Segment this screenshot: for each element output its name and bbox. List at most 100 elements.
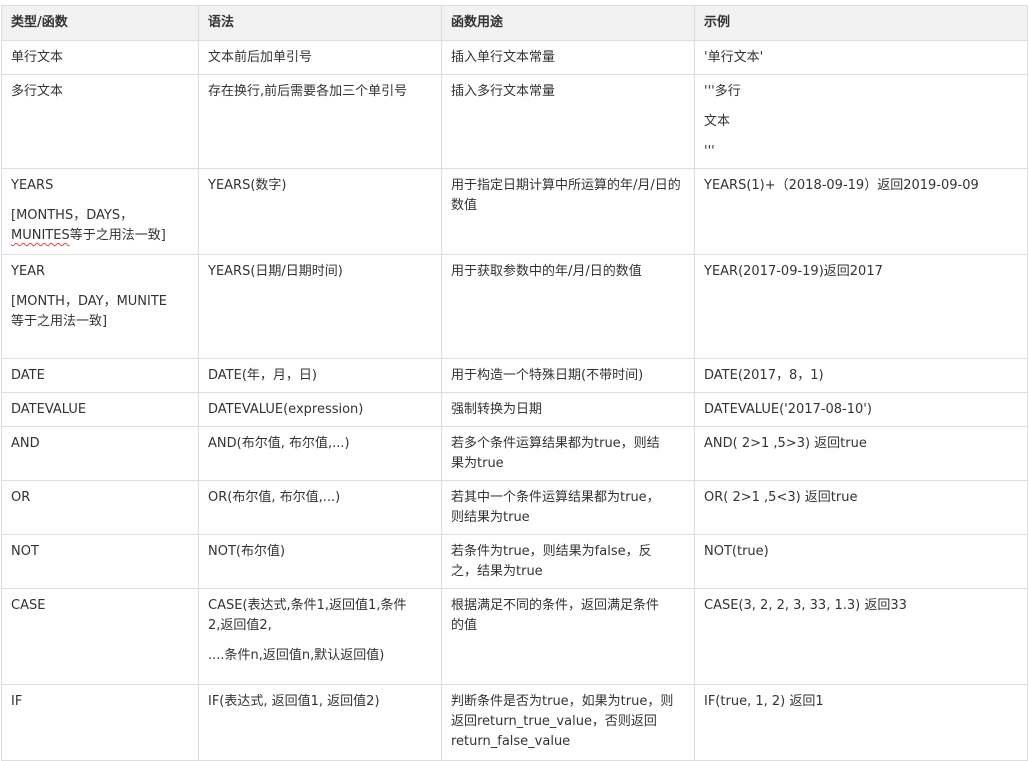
table-header-row: 类型/函数 语法 函数用途 示例: [1, 5, 1028, 41]
cell-type: IF: [1, 684, 199, 761]
table-row: YEAR [MONTH，DAY，MUNITE 等于之用法一致] YEARS(日期…: [1, 254, 1028, 359]
cell-text: return_false_value: [451, 734, 571, 749]
table-row: 单行文本 文本前后加单引号 插入单行文本常量 '单行文本': [1, 40, 1028, 75]
cell-syntax: 文本前后加单引号: [198, 40, 442, 75]
cell-text: 则结果为true: [451, 510, 530, 525]
header-example: 示例: [694, 5, 1028, 41]
cell-purpose: 用于指定日期计算中所运算的年/月/日的数值: [441, 168, 695, 255]
cell-text: 强制转换为日期: [451, 402, 543, 417]
cell-text: YEARS(日期/日期时间): [208, 264, 343, 279]
cell-text: 存在换行,前后需要各加三个单引号: [208, 84, 408, 99]
cell-text: CASE(3, 2, 2, 3, 33, 1.3) 返回33: [704, 598, 907, 613]
cell-type: YEAR [MONTH，DAY，MUNITE 等于之用法一致]: [1, 254, 199, 359]
cell-text: 插入单行文本常量: [451, 50, 556, 65]
cell-text: YEARS(数字): [208, 178, 287, 193]
table-row: DATE DATE(年，月，日) 用于构造一个特殊日期(不带时间) DATE(2…: [1, 358, 1028, 393]
header-syntax: 语法: [198, 5, 442, 41]
cell-purpose: 若其中一个条件运算结果都为true， 则结果为true: [441, 480, 695, 535]
cell-text: AND: [11, 436, 40, 451]
cell-text: '单行文本': [704, 50, 764, 65]
cell-example: YEAR(2017-09-19)返回2017: [694, 254, 1028, 359]
cell-example: OR( 2>1 ,5<3) 返回true: [694, 480, 1028, 535]
cell-text: MUNITES等于之用法一致]: [11, 226, 189, 246]
cell-text: 等于之用法一致]: [69, 228, 166, 243]
cell-text: 若多个条件运算结果都为true，则结: [451, 436, 660, 451]
cell-text: [MONTHS，DAYS，: [11, 208, 134, 223]
cell-text: 单行文本: [11, 50, 64, 65]
cell-text: CASE: [11, 598, 46, 613]
table-row: IF IF(表达式, 返回值1, 返回值2) 判断条件是否为true，如果为tr…: [1, 684, 1028, 761]
cell-text: ....条件n,返回值n,默认返回值): [208, 648, 385, 663]
header-purpose: 函数用途: [441, 5, 695, 41]
cell-purpose: 判断条件是否为true，如果为true，则 返回return_true_valu…: [441, 684, 695, 761]
cell-type: AND: [1, 426, 199, 481]
cell-syntax: DATE(年，月，日): [198, 358, 442, 393]
cell-type: NOT: [1, 534, 199, 589]
cell-example: YEARS(1)+（2018-09-19）返回2019-09-09: [694, 168, 1028, 255]
cell-text: YEARS: [11, 178, 54, 193]
cell-text: 之，结果为true: [451, 564, 543, 579]
function-reference-table: 类型/函数 语法 函数用途 示例 单行文本 文本前后加单引号 插入单行文本常量 …: [1, 5, 1028, 761]
table-row: YEARS [MONTHS，DAYS， MUNITES等于之用法一致] YEAR…: [1, 168, 1028, 255]
cell-text: YEAR(2017-09-19)返回2017: [704, 264, 883, 279]
cell-text: CASE(表达式,条件1,返回值1,条件: [208, 598, 407, 613]
table-row: AND AND(布尔值, 布尔值,...) 若多个条件运算结果都为true，则结…: [1, 426, 1028, 481]
table-row: OR OR(布尔值, 布尔值,...) 若其中一个条件运算结果都为true， 则…: [1, 480, 1028, 535]
cell-type: 单行文本: [1, 40, 199, 75]
cell-text: OR(布尔值, 布尔值,...): [208, 490, 341, 505]
cell-syntax: YEARS(数字): [198, 168, 442, 255]
cell-text: 若其中一个条件运算结果都为true，: [451, 490, 660, 505]
cell-purpose: 用于获取参数中的年/月/日的数值: [441, 254, 695, 359]
cell-text: 用于指定日期计算中所运算的年/月/日的数值: [451, 178, 681, 213]
cell-example: AND( 2>1 ,5>3) 返回true: [694, 426, 1028, 481]
cell-purpose: 插入单行文本常量: [441, 40, 695, 75]
cell-type: CASE: [1, 588, 199, 685]
cell-example: DATE(2017，8，1): [694, 358, 1028, 393]
cell-text: 文本前后加单引号: [208, 50, 313, 65]
cell-purpose: 根据满足不同的条件，返回满足条件 的值: [441, 588, 695, 685]
cell-text: DATEVALUE(expression): [208, 402, 364, 417]
cell-text: YEAR: [11, 264, 46, 279]
cell-example: CASE(3, 2, 2, 3, 33, 1.3) 返回33: [694, 588, 1028, 685]
spellcheck-word: MUNITES: [11, 228, 70, 243]
cell-text: IF(表达式, 返回值1, 返回值2): [208, 694, 380, 709]
cell-syntax: 存在换行,前后需要各加三个单引号: [198, 74, 442, 169]
cell-text: AND( 2>1 ,5>3) 返回true: [704, 436, 867, 451]
cell-text: 返回return_true_value，否则返回: [451, 714, 657, 729]
table-row: 多行文本 存在换行,前后需要各加三个单引号 插入多行文本常量 '''多行 文本 …: [1, 74, 1028, 169]
cell-text: IF: [11, 694, 23, 709]
cell-text: 果为true: [451, 456, 504, 471]
cell-text: OR( 2>1 ,5<3) 返回true: [704, 490, 858, 505]
cell-type: DATE: [1, 358, 199, 393]
cell-text: NOT: [11, 544, 39, 559]
cell-example: DATEVALUE('2017-08-10'): [694, 392, 1028, 427]
cell-text: 根据满足不同的条件，返回满足条件: [451, 598, 660, 613]
cell-text: NOT(布尔值): [208, 544, 286, 559]
cell-text: 多行文本: [11, 84, 64, 99]
cell-text: [MONTH，DAY，MUNITE: [11, 294, 168, 309]
cell-text: ''': [704, 144, 715, 159]
cell-text: DATE: [11, 368, 45, 383]
cell-syntax: AND(布尔值, 布尔值,...): [198, 426, 442, 481]
cell-text: '''多行: [704, 84, 741, 99]
cell-syntax: CASE(表达式,条件1,返回值1,条件 2,返回值2, ....条件n,返回值…: [198, 588, 442, 685]
cell-text: DATE(年，月，日): [208, 368, 317, 383]
cell-text: 的值: [451, 618, 478, 633]
cell-text: OR: [11, 490, 31, 505]
cell-syntax: IF(表达式, 返回值1, 返回值2): [198, 684, 442, 761]
cell-type: YEARS [MONTHS，DAYS， MUNITES等于之用法一致]: [1, 168, 199, 255]
cell-syntax: DATEVALUE(expression): [198, 392, 442, 427]
cell-text: 若条件为true，则结果为false，反: [451, 544, 652, 559]
table-row: NOT NOT(布尔值) 若条件为true，则结果为false，反 之，结果为t…: [1, 534, 1028, 589]
table-row: CASE CASE(表达式,条件1,返回值1,条件 2,返回值2, ....条件…: [1, 588, 1028, 685]
table-row: DATEVALUE DATEVALUE(expression) 强制转换为日期 …: [1, 392, 1028, 427]
cell-purpose: 强制转换为日期: [441, 392, 695, 427]
cell-type: OR: [1, 480, 199, 535]
cell-example: NOT(true): [694, 534, 1028, 589]
cell-text: DATEVALUE: [11, 402, 87, 417]
cell-text: 判断条件是否为true，如果为true，则: [451, 694, 674, 709]
cell-text: YEARS(1)+（2018-09-19）返回2019-09-09: [704, 178, 979, 193]
cell-example: '''多行 文本 ''': [694, 74, 1028, 169]
cell-purpose: 用于构造一个特殊日期(不带时间): [441, 358, 695, 393]
cell-text: IF(true, 1, 2) 返回1: [704, 694, 824, 709]
